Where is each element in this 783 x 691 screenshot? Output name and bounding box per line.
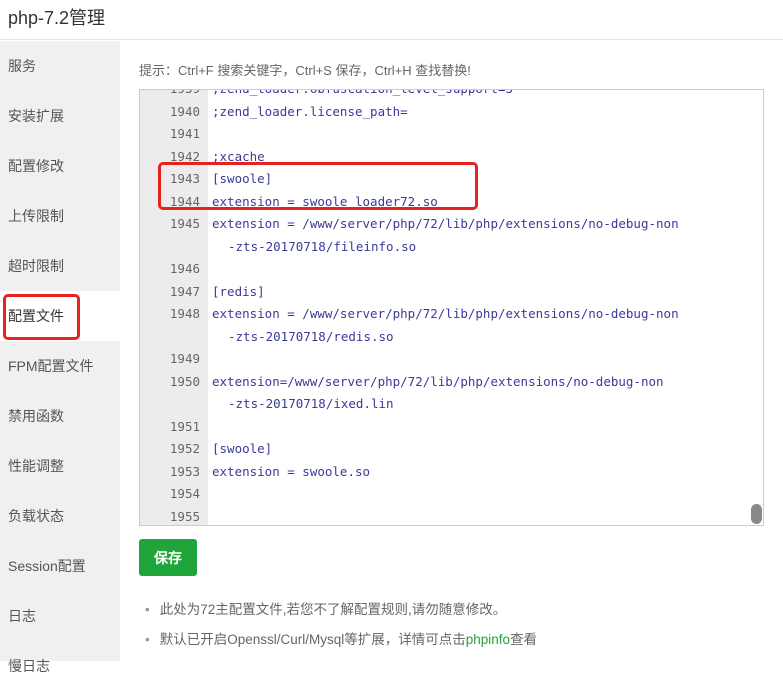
sidebar-item[interactable]: 慢日志 [0, 641, 120, 691]
line-number: 1949 [169, 351, 200, 366]
save-button[interactable]: 保存 [139, 539, 197, 576]
window-title: php-7.2管理 [0, 0, 783, 40]
code-line: 1941 [140, 123, 763, 146]
code-text: extension=/www/server/php/72/lib/php/ext… [212, 373, 664, 389]
code-line: 1953 extension = swoole.so [140, 461, 763, 484]
code-text: extension = /www/server/php/72/lib/php/e… [212, 306, 679, 321]
code-line: -zts-20170718/fileinfo.so [140, 236, 763, 259]
config-editor[interactable]: 1939 ;zend_loader.obfuscation_level_suppo… [139, 89, 764, 526]
code-line: 1947 [redis] [140, 281, 763, 304]
line-number: 1946 [169, 261, 200, 276]
hint-text: 提示：Ctrl+F 搜索关键字，Ctrl+S 保存，Ctrl+H 查找替换! [139, 63, 471, 78]
sidebar-item[interactable]: 超时限制 [0, 241, 120, 291]
code-line: 1955 [140, 506, 763, 526]
code-text: -zts-20170718/ixed.lin [228, 396, 394, 411]
line-number: 1945 [169, 216, 200, 231]
code-line: -zts-20170718/redis.so [140, 326, 763, 349]
sidebar-item[interactable]: 配置修改 [0, 141, 120, 191]
code-line: 1945 extension = /www/server/php/72/lib/p… [140, 213, 763, 236]
note-text: 默认已开启Openssl/Curl/Mysql等扩展，详情可点击 [159, 632, 466, 647]
code-text: extension = swoole.so [212, 463, 371, 479]
note-item: 默认已开启Openssl/Curl/Mysql等扩展，详情可点击phpinfo查… [145, 630, 537, 660]
scrollbar-thumb[interactable] [751, 504, 762, 524]
code-text: extension = /www/server/php/72/lib/php/e… [212, 216, 679, 231]
line-number: 1948 [169, 306, 200, 321]
sidebar-item[interactable]: 性能调整 [0, 441, 120, 491]
line-number: 1955 [169, 508, 200, 524]
line-number: 1950 [169, 373, 200, 389]
line-number: 1951 [169, 418, 200, 434]
code-line: 1946 [140, 258, 763, 281]
code-text: ;zend_loader.license_path= [212, 103, 408, 119]
highlight-box-sidebar [3, 294, 80, 340]
line-number: 1940 [169, 103, 200, 119]
code-text: [swoole] [212, 441, 273, 456]
sidebar: 服务 安装扩展 配置修改 上传限制 超时限制 配置文件 FPM配置文件 禁用函数 性能调整 负载状… [0, 41, 120, 674]
line-number: 1939 [140, 90, 200, 101]
highlight-box-code [158, 162, 478, 210]
note-item: 此处为72主配置文件,若您不了解配置规则,请勿随意修改。 [145, 600, 537, 630]
code-line: 1949 [140, 348, 763, 371]
code-line: 1951 [140, 416, 763, 439]
sidebar-item[interactable]: 禁用函数 [0, 391, 120, 441]
code-text: -zts-20170718/redis.so [228, 328, 394, 344]
note-text: 查看 [510, 632, 538, 647]
code-line: 1940 ;zend_loader.license_path= [140, 101, 763, 124]
code-line: 1952 [swoole] [140, 438, 763, 461]
notes-list: 此处为72主配置文件,若您不了解配置规则,请勿随意修改。 默认已开启Openss… [145, 600, 537, 660]
sidebar-item[interactable]: 服务 [0, 41, 120, 91]
code-line: 1939 ;zend_loader.obfuscation_level_suppo… [140, 90, 763, 101]
line-number: 1953 [169, 463, 200, 479]
code-line: 1950 extension=/www/server/php/72/lib/php… [140, 371, 763, 394]
code-text: ;zend_loader.obfuscation_level_support=3 [212, 90, 513, 101]
phpinfo-link[interactable]: phpinfo [466, 632, 510, 647]
line-number: 1954 [169, 486, 200, 501]
line-number: 1952 [169, 441, 200, 456]
code-text: -zts-20170718/fileinfo.so [228, 238, 417, 254]
line-number: 1947 [169, 283, 200, 299]
code-line: -zts-20170718/ixed.lin [140, 393, 763, 416]
sidebar-item[interactable]: 负载状态 [0, 491, 120, 541]
sidebar-item[interactable]: 日志 [0, 591, 120, 641]
sidebar-item[interactable]: 安装扩展 [0, 91, 120, 141]
code-line: 1954 [140, 483, 763, 506]
sidebar-item[interactable]: Session配置 [0, 541, 120, 591]
code-text: [redis] [212, 283, 265, 299]
line-number: 1941 [169, 126, 200, 141]
sidebar-item[interactable]: 上传限制 [0, 191, 120, 241]
code-line: 1948 extension = /www/server/php/72/lib/p… [140, 303, 763, 326]
sidebar-item[interactable]: FPM配置文件 [0, 341, 120, 391]
